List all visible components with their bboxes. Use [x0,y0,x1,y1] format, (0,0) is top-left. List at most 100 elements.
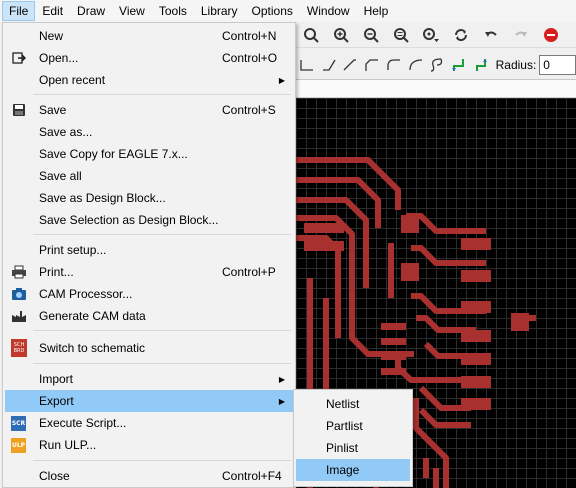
menu-item-new[interactable]: New Control+N [5,25,293,47]
script-icon: SCR [11,415,26,431]
menu-item-close[interactable]: Close Control+F4 [5,465,293,487]
menu-item-save-copy-label: Save Copy for EAGLE 7.x... [39,147,188,161]
submenu-item-pinlist[interactable]: Pinlist [296,437,410,459]
radius-label: Radius: [495,57,537,72]
menu-item-save[interactable]: Save Control+S [5,99,293,121]
menu-file-label: File [9,4,29,18]
menu-library-label: Library [200,4,238,18]
bend-style-bevel-icon[interactable] [361,53,383,77]
bend-style-45-icon[interactable] [339,53,361,77]
menu-tools-label: Tools [158,4,187,18]
zoom-in-icon[interactable] [296,23,326,47]
bend-style-diagonal-icon[interactable] [318,53,340,77]
redo-icon[interactable] [506,23,536,47]
file-menu-dropdown: New Control+N Open... Control+O Open rec… [2,22,296,488]
menu-bar: File Edit Draw View Tools Library Option… [0,0,576,22]
submenu-item-netlist-label: Netlist [326,397,360,411]
menu-options[interactable]: Options [245,1,300,21]
menu-item-export[interactable]: Export ▶ [5,390,293,412]
menu-item-open-recent[interactable]: Open recent ▶ [5,69,293,91]
menu-item-save-selection-block[interactable]: Save Selection as Design Block... [5,209,293,231]
menu-window[interactable]: Window [300,1,357,21]
menu-separator [33,234,291,235]
export-submenu: Netlist Partlist Pinlist Image [293,389,413,487]
menu-item-run-ulp-label: Run ULP... [39,438,97,452]
submenu-arrow-icon: ▶ [278,374,285,384]
menu-item-switch-schematic-label: Switch to schematic [39,341,146,355]
bend-style-round-icon[interactable] [405,53,427,77]
menu-item-save-all[interactable]: Save all [5,165,293,187]
redraw-icon[interactable] [446,23,476,47]
submenu-item-partlist-label: Partlist [326,419,363,433]
menu-draw[interactable]: Draw [70,1,112,21]
menu-item-import-label: Import [39,372,74,386]
menu-view[interactable]: View [112,1,152,21]
cam-processor-icon [11,286,27,302]
menu-separator [33,330,291,331]
radius-input[interactable]: 0 [539,54,576,75]
save-icon [11,102,27,118]
menu-item-print-setup[interactable]: Print setup... [5,239,293,261]
zoom-select-icon[interactable] [416,23,446,47]
menu-separator [33,94,291,95]
menu-separator [33,363,291,364]
menu-item-save-as[interactable]: Save as... [5,121,293,143]
menu-edit-label: Edit [42,4,64,18]
stop-icon[interactable] [536,23,566,47]
menu-item-save-design-block[interactable]: Save as Design Block... [5,187,293,209]
menu-view-label: View [119,4,145,18]
menu-separator [33,460,291,461]
open-icon [11,50,27,66]
menu-item-print-label: Print... [39,265,74,279]
menu-tools[interactable]: Tools [152,1,194,21]
menu-item-open-label: Open... [39,51,79,65]
menu-options-label: Options [251,4,293,18]
menu-item-export-label: Export [39,394,74,408]
menu-item-save-as-label: Save as... [39,125,93,139]
submenu-arrow-icon: ▶ [278,396,285,406]
main-toolbar [296,22,576,48]
menu-item-execute-script[interactable]: SCR Execute Script... [5,412,293,434]
parameter-toolbar: Radius: 0 [296,50,576,80]
menu-item-save-copy[interactable]: Save Copy for EAGLE 7.x... [5,143,293,165]
menu-item-open[interactable]: Open... Control+O [5,47,293,69]
menu-item-run-ulp[interactable]: ULP Run ULP... [5,434,293,456]
menu-item-generate-cam-label: Generate CAM data [39,309,146,323]
menu-item-open-shortcut: Control+O [222,51,278,65]
menu-item-print[interactable]: Print... Control+P [5,261,293,283]
undo-icon[interactable] [476,23,506,47]
menu-item-cam-processor[interactable]: CAM Processor... [5,283,293,305]
bend-style-curve-icon[interactable] [426,53,448,77]
submenu-item-partlist[interactable]: Partlist [296,415,410,437]
bend-style-90-icon[interactable] [296,53,318,77]
route-green-icon[interactable] [448,53,470,77]
menu-file[interactable]: File [2,1,36,21]
printer-icon [11,264,27,280]
menu-edit[interactable]: Edit [35,1,70,21]
menu-item-close-label: Close [39,469,70,483]
zoom-fit-icon[interactable] [386,23,416,47]
ulp-icon: ULP [11,437,26,453]
menu-window-label: Window [306,4,350,18]
zoom-in-plus-icon[interactable] [326,23,356,47]
submenu-item-pinlist-label: Pinlist [326,441,359,455]
menu-help[interactable]: Help [357,1,396,21]
menu-item-open-recent-label: Open recent [39,73,106,87]
submenu-arrow-icon: ▶ [278,75,285,85]
factory-icon [11,308,27,324]
menu-item-save-design-block-label: Save as Design Block... [39,191,166,205]
menu-item-cam-processor-label: CAM Processor... [39,287,133,301]
canvas-top-margin [296,80,576,98]
zoom-out-icon[interactable] [356,23,386,47]
menu-item-switch-schematic[interactable]: SCH BRD Switch to schematic [5,337,293,359]
menu-item-generate-cam[interactable]: Generate CAM data [5,305,293,327]
menu-item-import[interactable]: Import ▶ [5,368,293,390]
menu-library[interactable]: Library [194,1,245,21]
submenu-item-netlist[interactable]: Netlist [296,393,410,415]
bend-style-arc-icon[interactable] [383,53,405,77]
menu-item-execute-script-label: Execute Script... [39,416,127,430]
menu-draw-label: Draw [77,4,106,18]
menu-item-save-all-label: Save all [39,169,82,183]
route-blue-icon[interactable] [470,53,492,77]
submenu-item-image[interactable]: Image [296,459,410,481]
